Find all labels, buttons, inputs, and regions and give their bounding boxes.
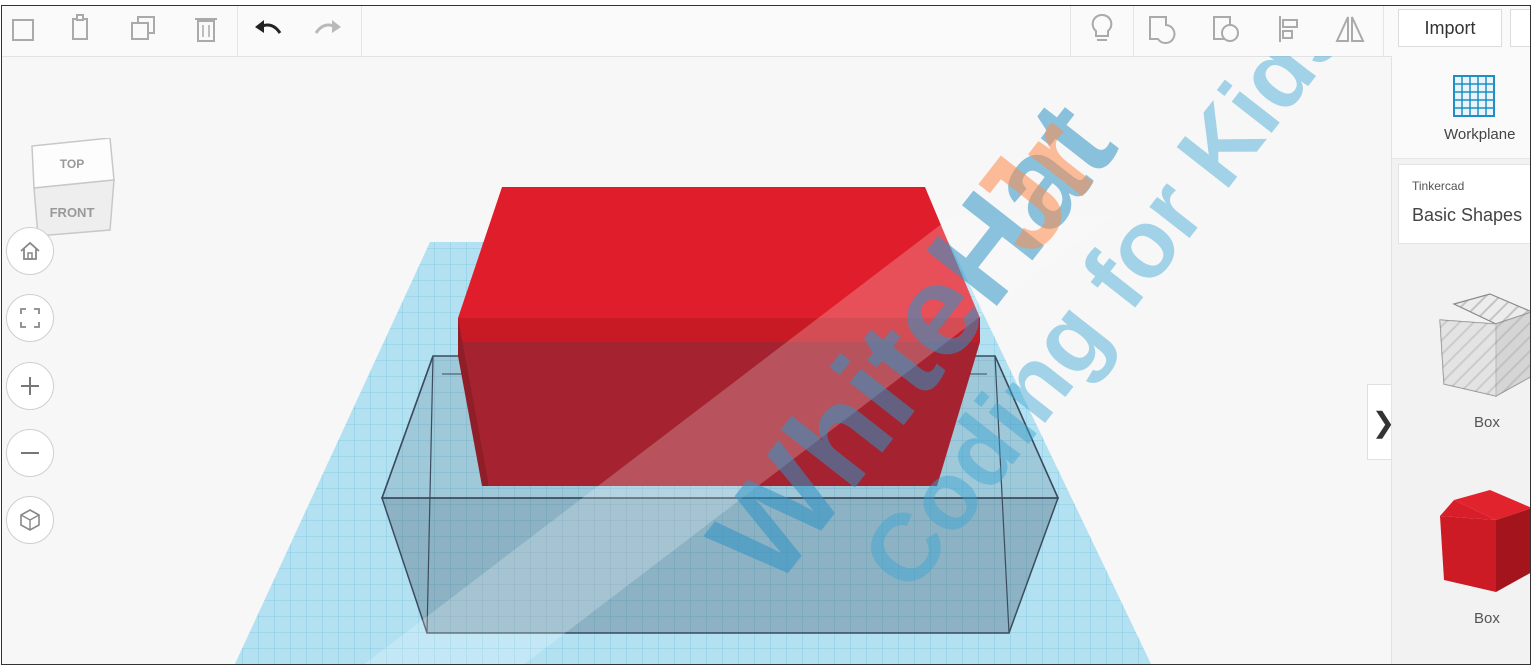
library-name: Basic Shapes <box>1412 205 1523 225</box>
fit-view-button[interactable] <box>6 294 54 342</box>
export-button[interactable] <box>1510 9 1530 47</box>
ungroup-icon[interactable] <box>1207 9 1247 49</box>
view-cube-top-label: TOP <box>60 157 84 171</box>
box-solid-icon <box>1440 490 1530 592</box>
view-cube[interactable]: TOP FRONT <box>26 137 118 243</box>
mirror-icon[interactable] <box>1330 9 1370 49</box>
toolbar-divider <box>237 6 238 56</box>
toolbar: Import <box>2 6 1530 57</box>
toolbar-divider <box>1070 6 1071 56</box>
workplane-button[interactable]: Workplane <box>1392 56 1530 159</box>
undo-arrow-icon[interactable] <box>248 9 288 49</box>
group-icon[interactable] <box>1142 9 1182 49</box>
perspective-button[interactable] <box>6 496 54 544</box>
view-cube-front-label: FRONT <box>50 205 95 220</box>
box-hole-icon <box>1439 293 1530 398</box>
align-icon[interactable] <box>1269 9 1309 49</box>
workplane-label: Workplane <box>1444 126 1516 143</box>
import-button[interactable]: Import <box>1398 9 1502 47</box>
redo-arrow-icon[interactable] <box>308 9 348 49</box>
scene-svg <box>234 187 1152 664</box>
home-icon <box>20 241 40 260</box>
zoom-in-button[interactable] <box>6 362 54 410</box>
workplane-icon <box>1453 75 1495 117</box>
fit-view-icon <box>20 308 40 328</box>
toolbar-divider <box>1133 6 1134 56</box>
zoom-in-icon <box>21 377 39 395</box>
shape-item-box-solid[interactable]: Box <box>1432 488 1530 638</box>
home-view-button[interactable] <box>6 227 54 275</box>
duplicate-icon[interactable] <box>123 9 163 49</box>
perspective-icon <box>20 509 40 531</box>
workplane-canvas[interactable]: WhiteHat Jr Coding for Kids TOP FRONT <box>2 56 1390 664</box>
light-bulb-icon[interactable] <box>1082 9 1122 49</box>
shape-library-dropdown[interactable]: Tinkercad Basic Shapes <box>1398 164 1530 244</box>
new-shape-icon[interactable] <box>2 9 42 49</box>
zoom-out-icon <box>21 452 39 454</box>
shape-item-box-hole[interactable]: Box <box>1432 292 1530 442</box>
shapes-panel: Workplane Tinkercad Basic Shapes Box Box <box>1391 56 1530 664</box>
shape-item-label: Box <box>1474 414 1500 431</box>
zoom-out-button[interactable] <box>6 429 54 477</box>
copy-icon[interactable] <box>60 9 100 49</box>
app-frame: Import WhiteHat Jr Coding for Kids TOP F… <box>1 5 1531 665</box>
delete-icon[interactable] <box>186 9 226 49</box>
toolbar-divider <box>361 6 362 56</box>
library-source-label: Tinkercad <box>1412 179 1465 193</box>
toolbar-divider <box>1383 6 1384 56</box>
shape-item-label: Box <box>1474 610 1500 627</box>
